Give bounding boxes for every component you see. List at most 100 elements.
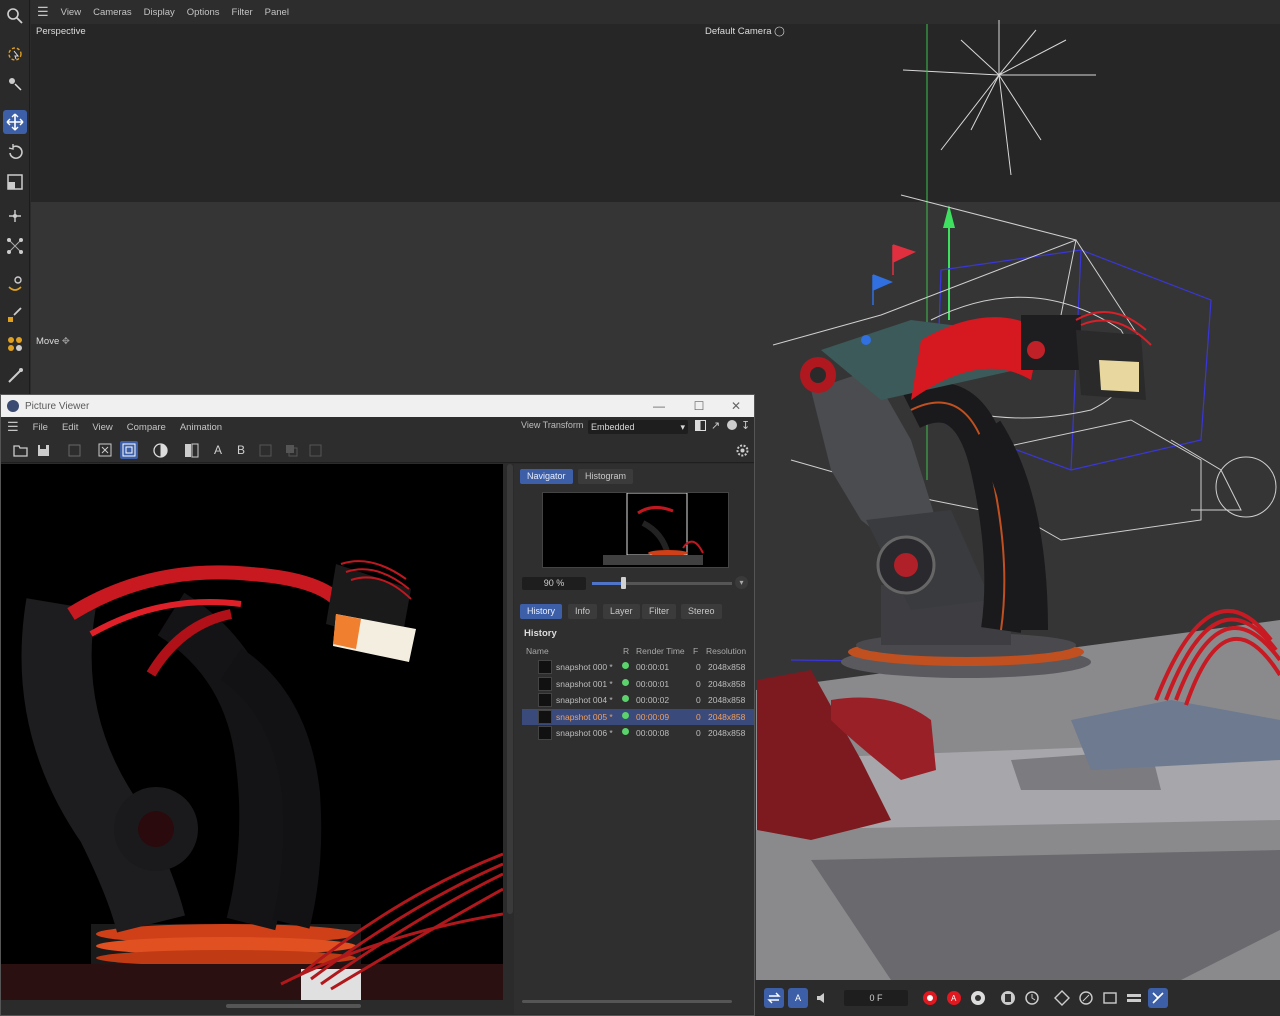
scale-icon[interactable] — [3, 170, 27, 194]
image-horizontal-scrollbar[interactable] — [226, 1004, 361, 1008]
close-icon[interactable]: ✕ — [721, 397, 751, 415]
history-row[interactable]: snapshot 000 * 00:00:01 0 2048x858 — [522, 659, 754, 675]
history-row[interactable]: snapshot 006 * 00:00:08 0 2048x858 — [522, 725, 754, 741]
tab-navigator[interactable]: Navigator — [520, 469, 573, 484]
sphere-icon[interactable] — [727, 420, 737, 430]
history-row[interactable]: snapshot 005 * 00:00:09 0 2048x858 — [522, 708, 754, 725]
external-open-icon[interactable]: ↗ — [711, 419, 720, 432]
zoom-field[interactable]: 90 % — [522, 577, 586, 590]
navigator-thumbnail[interactable] — [542, 492, 729, 568]
timeline-toolbar: A 0 F A — [754, 980, 1280, 1016]
tab-histogram[interactable]: Histogram — [578, 469, 634, 484]
sound-icon[interactable] — [812, 988, 832, 1008]
menu-edit[interactable]: Edit — [62, 422, 78, 433]
region-icon[interactable] — [120, 441, 138, 459]
render-time: 00:00:02 — [636, 695, 670, 705]
points-icon[interactable] — [3, 234, 27, 258]
frame-number: 0 — [696, 678, 701, 689]
ab-compare-icon[interactable] — [182, 441, 200, 459]
menu-view[interactable]: View — [92, 422, 112, 433]
menu-file[interactable]: File — [33, 422, 48, 433]
picture-viewer-toolbar: A B — [1, 437, 754, 463]
history-horizontal-scrollbar[interactable] — [522, 1000, 732, 1003]
compare-a-button[interactable]: A — [209, 441, 227, 459]
svg-text:A: A — [951, 994, 957, 1003]
compare-b-button[interactable]: B — [232, 441, 250, 459]
hamburger-icon[interactable]: ☰ — [7, 419, 19, 435]
view-transform-value: Embedded — [591, 422, 635, 432]
zoom-slider-handle[interactable] — [621, 577, 626, 589]
maximize-icon[interactable]: ☐ — [684, 397, 714, 415]
keyframe-icon[interactable] — [968, 988, 988, 1008]
loop-icon[interactable] — [764, 988, 784, 1008]
folder-open-icon[interactable] — [11, 441, 29, 459]
autokey-icon[interactable]: A — [944, 988, 964, 1008]
snapshot-name: snapshot 005 * — [556, 711, 613, 722]
pla-icon[interactable] — [1124, 988, 1144, 1008]
param-icon[interactable] — [1100, 988, 1120, 1008]
objects-icon[interactable] — [3, 332, 27, 356]
menu-animation[interactable]: Animation — [180, 422, 222, 433]
col-f[interactable]: F — [693, 646, 698, 656]
status-dot-icon — [622, 695, 629, 702]
fit-frame-icon[interactable] — [96, 441, 114, 459]
image-vertical-scrollbar[interactable] — [507, 464, 513, 914]
window-titlebar[interactable]: Picture Viewer — ☐ ✕ — [1, 395, 754, 417]
tab-filter[interactable]: Filter — [642, 604, 676, 619]
image-icon[interactable] — [306, 441, 324, 459]
tab-layer[interactable]: Layer — [603, 604, 640, 619]
render-time: 00:00:01 — [636, 678, 670, 689]
resolution: 2048x858 — [708, 662, 746, 672]
rotate-icon[interactable] — [3, 140, 27, 164]
move-icon[interactable] — [3, 110, 27, 134]
history-row[interactable]: snapshot 004 * 00:00:02 0 2048x858 — [522, 692, 754, 708]
minimize-icon[interactable]: — — [644, 397, 674, 415]
snap-icon[interactable] — [1148, 988, 1168, 1008]
overlay-icon[interactable] — [282, 441, 300, 459]
col-resolution[interactable]: Resolution — [706, 646, 746, 656]
axis-move-icon[interactable] — [3, 204, 27, 228]
download-icon[interactable]: ↧ — [741, 419, 750, 432]
tweak-icon[interactable] — [3, 72, 27, 96]
snapshot-thumbnail — [538, 709, 552, 724]
auto-icon[interactable]: A — [788, 988, 808, 1008]
col-r[interactable]: R — [623, 646, 629, 656]
menu-compare[interactable]: Compare — [127, 422, 166, 433]
live-selection-icon[interactable] — [3, 42, 27, 66]
timeline-icon[interactable] — [1022, 988, 1042, 1008]
render-icon[interactable] — [65, 441, 83, 459]
snapshot-thumbnail — [538, 693, 552, 707]
history-table-header: Name R Render Time F Resolution — [522, 644, 754, 658]
motion-icon[interactable] — [998, 988, 1018, 1008]
view-transform-select[interactable]: Embedded ▾ — [588, 420, 688, 434]
frame-number: 0 — [696, 711, 701, 722]
snapshot-name: snapshot 004 * — [556, 695, 613, 705]
search-icon[interactable] — [3, 4, 27, 28]
save-icon[interactable] — [34, 441, 52, 459]
pos-icon[interactable] — [1052, 988, 1072, 1008]
snapshot-thumbnail — [538, 660, 552, 674]
brush-icon[interactable] — [3, 364, 27, 388]
settings-gear-icon[interactable] — [733, 441, 751, 459]
record-icon[interactable] — [920, 988, 940, 1008]
col-render-time[interactable]: Render Time — [636, 646, 685, 656]
render-image[interactable] — [1, 464, 503, 1000]
resolution: 2048x858 — [708, 678, 746, 689]
knife-icon[interactable] — [3, 302, 27, 326]
zoom-slider-fill — [592, 582, 624, 585]
col-name[interactable]: Name — [526, 646, 549, 656]
rot-icon[interactable] — [1076, 988, 1096, 1008]
history-row[interactable]: snapshot 001 * 00:00:01 0 2048x858 — [522, 676, 754, 692]
paint-icon[interactable] — [3, 272, 27, 296]
frame-field[interactable]: 0 F — [844, 990, 908, 1006]
frame-number: 0 — [696, 695, 701, 705]
tab-info[interactable]: Info — [568, 604, 598, 619]
rendered-robot-image — [1, 464, 503, 1000]
tab-stereo[interactable]: Stereo — [681, 604, 722, 619]
compare-split-icon[interactable] — [695, 420, 706, 431]
resolution: 2048x858 — [708, 695, 746, 705]
swap-icon[interactable] — [256, 441, 274, 459]
zoom-dropdown-icon[interactable]: ▾ — [735, 576, 748, 589]
contrast-icon[interactable] — [151, 441, 169, 459]
tab-history[interactable]: History — [520, 604, 563, 619]
